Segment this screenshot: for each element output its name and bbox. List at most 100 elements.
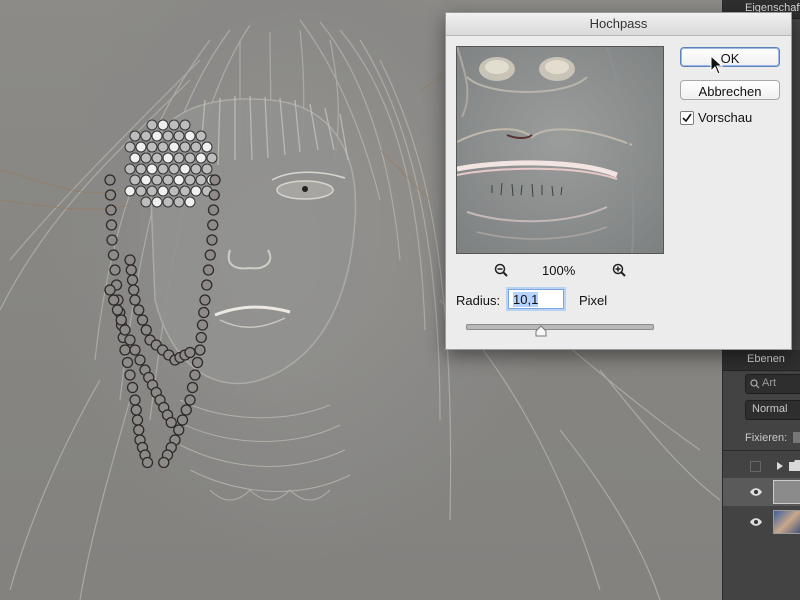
chain-bead — [184, 346, 196, 359]
eye-icon[interactable] — [749, 487, 763, 497]
layers-divider — [723, 450, 800, 451]
radius-label: Radius: — [456, 293, 501, 308]
pearl — [168, 119, 180, 131]
pearl — [124, 163, 136, 175]
chain-bead — [105, 219, 118, 231]
pearl — [157, 119, 169, 131]
layer-visibility-toggle[interactable] — [750, 461, 761, 472]
radius-slider-track[interactable] — [466, 324, 654, 330]
pearl — [124, 141, 136, 153]
layer-thumbnail — [773, 480, 800, 504]
chain-bead — [106, 234, 118, 246]
pearl — [184, 174, 196, 186]
chain-bead — [129, 344, 141, 356]
blend-mode-value: Normal — [752, 403, 788, 415]
pearl — [140, 130, 152, 142]
pearl — [195, 152, 207, 164]
pearl — [184, 130, 196, 142]
cancel-button[interactable]: Abbrechen — [680, 80, 780, 100]
pearl — [195, 130, 207, 142]
pearl — [129, 174, 141, 186]
disclosure-triangle-icon[interactable] — [776, 462, 784, 470]
chain-bead — [204, 249, 216, 261]
chain-bead — [128, 284, 140, 296]
chain-bead — [125, 264, 137, 276]
chain-bead — [131, 414, 144, 426]
chain-bead — [173, 424, 185, 436]
chain-bead — [195, 331, 207, 344]
pearl — [124, 185, 136, 197]
pearl — [168, 185, 180, 197]
chain-bead — [104, 189, 117, 201]
chain-bead — [129, 394, 141, 406]
chain-bead — [126, 274, 139, 286]
zoom-level: 100% — [542, 263, 576, 278]
layer-row-highpass[interactable] — [723, 478, 800, 506]
chain-bead — [133, 304, 145, 316]
slider-thumb-icon[interactable] — [535, 325, 547, 337]
chain-bead — [176, 414, 189, 426]
pearl — [201, 141, 213, 153]
layers-search-field[interactable]: Art — [745, 374, 800, 394]
mouse-cursor-icon — [710, 55, 724, 75]
chain-bead — [201, 279, 213, 291]
chain-bead — [107, 249, 120, 261]
pearl — [179, 163, 191, 175]
chain-bead — [124, 369, 136, 381]
dialog-title: Hochpass — [589, 16, 648, 31]
filter-preview[interactable] — [456, 46, 664, 254]
layer-row-photo[interactable] — [723, 508, 800, 536]
pearl — [201, 163, 213, 175]
chain-bead — [184, 394, 196, 406]
chain-bead — [194, 344, 206, 356]
chain-bead — [119, 344, 131, 356]
pearl — [184, 196, 196, 208]
pearl — [173, 130, 185, 142]
radius-input[interactable]: 10,1 — [508, 289, 564, 309]
pearl — [129, 152, 141, 164]
ok-button[interactable]: OK — [680, 47, 780, 67]
chain-bead — [109, 264, 121, 276]
pearl — [135, 163, 147, 175]
chain-bead — [196, 319, 209, 331]
radius-unit: Pixel — [579, 293, 608, 308]
chain-bead — [140, 324, 152, 336]
pearl — [151, 196, 163, 208]
zoom-out-icon[interactable] — [494, 263, 508, 277]
chain-bead — [180, 404, 192, 416]
pearl — [168, 163, 180, 175]
pearl — [184, 152, 196, 164]
pearl — [135, 141, 147, 153]
dialog-titlebar[interactable]: Hochpass — [446, 13, 791, 36]
preview-label: Vorschau — [698, 110, 753, 125]
layer-row-group[interactable] — [723, 454, 800, 478]
chain-bead — [124, 254, 136, 266]
chain-bead — [111, 304, 124, 316]
chain-bead — [207, 219, 219, 231]
pearl — [140, 174, 152, 186]
pearl — [146, 163, 158, 175]
chain-bead — [108, 294, 120, 306]
chain-bead — [207, 204, 220, 216]
pearl — [173, 152, 185, 164]
chain-bead — [121, 356, 134, 369]
eye-icon[interactable] — [749, 517, 763, 527]
zoom-in-icon[interactable] — [612, 263, 626, 277]
chain-bead — [124, 334, 136, 346]
search-icon — [750, 379, 760, 389]
chain-bead — [136, 314, 149, 326]
pearl — [179, 141, 191, 153]
blend-mode-select[interactable]: Normal — [745, 400, 800, 420]
layers-tab-strip: Ebenen — [723, 350, 800, 371]
pearl — [162, 174, 174, 186]
preview-checkbox[interactable] — [680, 111, 694, 125]
chain-bead — [104, 284, 116, 296]
chain-bead — [206, 234, 218, 246]
pearl — [190, 141, 202, 153]
pearl — [168, 141, 180, 153]
tab-layers[interactable]: Ebenen — [747, 353, 785, 365]
chain-bead — [191, 356, 204, 369]
check-icon — [682, 113, 692, 123]
lock-transparency-checkbox[interactable] — [793, 432, 800, 443]
chain-bead — [202, 264, 215, 276]
